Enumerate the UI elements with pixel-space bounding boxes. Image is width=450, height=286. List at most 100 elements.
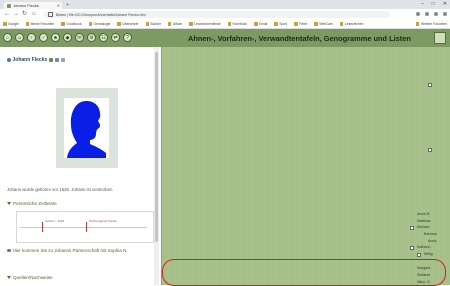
tree-icon[interactable]: ♣ — [51, 33, 60, 42]
node-marker[interactable] — [410, 226, 414, 230]
bookmark-item[interactable]: Bücher — [145, 22, 161, 26]
folder-icon — [314, 22, 318, 26]
folder-icon — [61, 22, 65, 26]
folder-icon — [274, 22, 278, 26]
bookmark-item[interactable]: Sport — [274, 22, 287, 26]
home-button[interactable]: ⌂ — [32, 11, 36, 17]
reload-button[interactable]: ↻ — [22, 11, 27, 17]
panel-divider[interactable] — [161, 47, 163, 285]
tab-title: Johann Flecks — [13, 3, 39, 8]
bookmark-item[interactable]: Goodbook — [61, 22, 82, 26]
forward-button[interactable]: → — [13, 11, 19, 17]
bookmark-item[interactable]: WebCam — [314, 22, 333, 26]
folder-icon — [294, 22, 298, 26]
menu-icon[interactable] — [443, 12, 447, 16]
app-toolbar: ⌂ ☺ ♀ ♂ ♣ ◆ ✉ ⚙ ☷ ⇄ ? Ahnen-, Vorfahren-… — [0, 29, 450, 47]
node-marker[interactable] — [428, 148, 432, 152]
bookmark-item[interactable]: Lesezeichenleiste — [189, 22, 221, 26]
family-icon[interactable] — [55, 58, 60, 62]
male-marker-icon — [7, 58, 11, 62]
folder-icon — [145, 22, 149, 26]
house-icon[interactable] — [61, 58, 66, 62]
bookmark-item[interactable]: Google — [3, 22, 19, 26]
new-tab-button[interactable]: + — [66, 2, 69, 8]
section-heading: Quellen/Nachweise — [13, 275, 53, 280]
maximize-button[interactable]: □ — [432, 1, 435, 7]
node-marker[interactable] — [417, 253, 421, 257]
bookmark-item[interactable]: Email — [254, 22, 267, 26]
expand-triangle-icon — [7, 276, 11, 279]
female-icon[interactable]: ♀ — [27, 33, 36, 42]
home-icon[interactable]: ⌂ — [3, 33, 12, 42]
tree-label[interactable]: Katharin. — [417, 245, 431, 249]
male-icon[interactable]: ♂ — [39, 33, 48, 42]
bookmark-item[interactable]: Genealogie — [88, 22, 110, 26]
folder-icon — [339, 22, 344, 26]
timeline-axis — [20, 227, 147, 228]
bookmark-item[interactable]: Übersetzer — [117, 22, 139, 26]
portrait — [64, 98, 109, 158]
tree-label[interactable]: Barbara — [424, 232, 437, 236]
tree-label[interactable]: Anna — [428, 239, 436, 243]
folder-icon — [167, 22, 172, 26]
node-marker[interactable] — [410, 246, 414, 250]
mail-icon[interactable]: ✉ — [75, 33, 84, 42]
bookmark-item[interactable]: Lesezeichen — [339, 22, 363, 26]
folder-icon — [25, 22, 30, 26]
tree-panel[interactable] — [162, 47, 450, 285]
url-field[interactable]: Bösen | file:///C:/Genopro/Ahnentafel/Jo… — [44, 11, 390, 18]
folder-icon — [189, 22, 193, 26]
timeline-event[interactable]: Tochtergeburt Flecks — [89, 219, 117, 223]
male-marker-icon — [7, 248, 11, 252]
node-marker[interactable] — [428, 83, 432, 87]
url-text: Bösen | file:///C:/Genopro/Ahnentafel/Jo… — [56, 12, 146, 17]
timeline-event[interactable]: Geburt < 1626 — [45, 219, 64, 223]
globe-icon[interactable]: ◆ — [63, 33, 72, 42]
address-bar-row: ← → ↻ ⌂ Bösen | file:///C:/Genopro/Ahnen… — [0, 9, 450, 20]
app-title: Ahnen-, Vorfahren-, Verwandtentafeln, Ge… — [188, 34, 411, 43]
timeline-section-header[interactable]: Persönliche Zeitleiste — [7, 201, 57, 206]
highlight-annotation — [162, 259, 446, 286]
folder-icon — [88, 22, 92, 26]
profile-icon[interactable] — [434, 12, 438, 16]
close-tab-icon[interactable]: ✕ — [57, 3, 60, 8]
tree-label[interactable]: Michael — [417, 225, 429, 229]
tree-icon[interactable] — [49, 58, 54, 62]
timeline-marker — [42, 222, 43, 232]
folder-icon — [254, 22, 258, 26]
settings-icon[interactable]: ⚙ — [87, 33, 96, 42]
tree-label[interactable]: Matthias — [417, 219, 431, 223]
partnership-link[interactable]: Hier kommen Sie zu Johanns Partnerschaft… — [7, 247, 155, 254]
bookmark-item[interactable]: Facebook — [227, 22, 247, 26]
bookmark-item[interactable]: Filme — [294, 22, 307, 26]
person-name: Johann Flecks — [12, 57, 48, 63]
tree-label[interactable]: Anna M. — [417, 212, 430, 216]
collections-icon[interactable] — [425, 12, 429, 16]
person-header: Johann Flecks — [7, 57, 66, 63]
favorites-icon[interactable] — [416, 12, 420, 16]
minimize-button[interactable]: – — [421, 1, 424, 7]
browser-tab[interactable]: Johann Flecks ✕ — [4, 2, 62, 9]
birth-info: Johann wurde geboren vor 1626. Johann is… — [7, 187, 114, 192]
tab-favicon-icon — [7, 3, 11, 8]
list-icon[interactable]: ☷ — [99, 33, 108, 42]
bookmark-icon — [3, 22, 7, 26]
window-controls: – □ ✕ — [421, 1, 447, 7]
swap-icon[interactable]: ⇄ — [111, 33, 120, 42]
left-scrollbar-thumb[interactable] — [155, 52, 158, 242]
folder-icon — [227, 22, 232, 26]
tree-label[interactable]: Willig — [424, 252, 433, 256]
bookmarks-bar: Google Meine Favoriten Goodbook Genealog… — [0, 20, 450, 29]
bookmark-item[interactable]: Album — [167, 22, 182, 26]
help-icon[interactable]: ? — [123, 33, 132, 42]
bookmark-item[interactable]: Meine Favoriten — [25, 22, 54, 26]
browser-tab-bar: Johann Flecks ✕ + – □ ✕ — [0, 0, 450, 9]
back-button[interactable]: ← — [4, 11, 10, 17]
folder-icon — [415, 22, 420, 26]
browser-extensions — [416, 12, 447, 16]
person-icon[interactable]: ☺ — [15, 33, 24, 42]
sources-section-header[interactable]: Quellen/Nachweise — [7, 275, 53, 280]
family-logo-icon — [434, 32, 446, 44]
other-favorites[interactable]: Weitere Favoriten — [415, 22, 447, 26]
close-window-button[interactable]: ✕ — [443, 1, 447, 7]
